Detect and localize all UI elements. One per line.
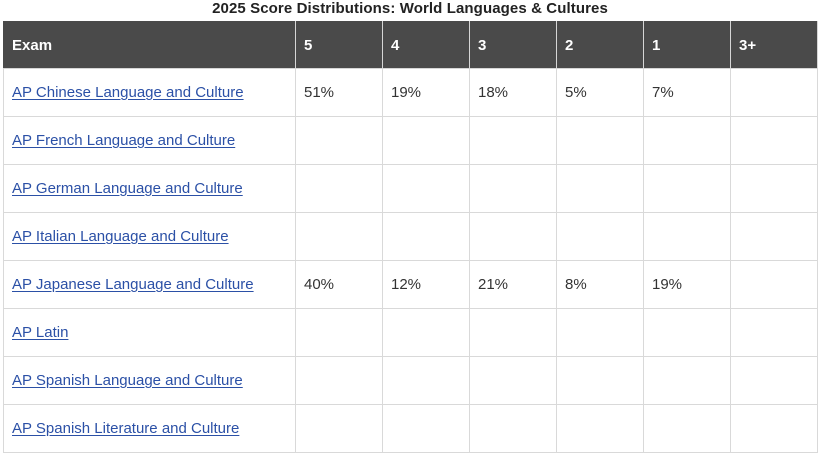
score-cell-2: 8% — [556, 260, 644, 309]
exam-link-french[interactable]: AP French Language and Culture — [12, 132, 235, 149]
score-cell-1 — [643, 164, 731, 213]
score-cell-3-plus — [730, 212, 818, 261]
header-score-3: 3 — [469, 21, 557, 69]
table-row: AP Italian Language and Culture — [3, 212, 818, 261]
score-cell-3-plus — [730, 68, 818, 117]
header-score-2: 2 — [556, 21, 644, 69]
score-cell-5 — [295, 212, 383, 261]
score-cell-5 — [295, 164, 383, 213]
score-cell-3-plus — [730, 116, 818, 165]
score-cell-3: 21% — [469, 260, 557, 309]
score-cell-1 — [643, 308, 731, 357]
table-row: AP Spanish Language and Culture — [3, 356, 818, 405]
score-cell-3 — [469, 404, 557, 453]
score-cell-2 — [556, 164, 644, 213]
header-exam: Exam — [3, 21, 296, 69]
score-cell-4 — [382, 404, 470, 453]
score-cell-1 — [643, 116, 731, 165]
score-cell-5 — [295, 404, 383, 453]
exam-cell: AP Chinese Language and Culture — [3, 68, 296, 117]
score-cell-3-plus — [730, 260, 818, 309]
exam-cell: AP Spanish Language and Culture — [3, 356, 296, 405]
exam-link-german[interactable]: AP German Language and Culture — [12, 180, 243, 197]
table-row: AP Spanish Literature and Culture — [3, 404, 818, 453]
score-cell-5: 40% — [295, 260, 383, 309]
exam-cell: AP Japanese Language and Culture — [3, 260, 296, 309]
exam-link-spanish-language[interactable]: AP Spanish Language and Culture — [12, 372, 243, 389]
score-cell-3-plus — [730, 404, 818, 453]
score-cell-4: 12% — [382, 260, 470, 309]
table-header-row: Exam 5 4 3 2 1 3+ — [3, 21, 818, 69]
score-cell-2 — [556, 356, 644, 405]
score-cell-3-plus — [730, 164, 818, 213]
score-cell-2 — [556, 116, 644, 165]
score-cell-3-plus — [730, 356, 818, 405]
table-row: AP German Language and Culture — [3, 164, 818, 213]
score-cell-4 — [382, 212, 470, 261]
score-cell-3 — [469, 164, 557, 213]
score-cell-4: 19% — [382, 68, 470, 117]
score-cell-4 — [382, 116, 470, 165]
table-row: AP Japanese Language and Culture 40% 12%… — [3, 260, 818, 309]
score-cell-1: 7% — [643, 68, 731, 117]
score-distribution-table: Exam 5 4 3 2 1 3+ AP Chinese Language an… — [3, 21, 818, 453]
score-cell-5 — [295, 116, 383, 165]
exam-cell: AP Italian Language and Culture — [3, 212, 296, 261]
score-cell-3 — [469, 356, 557, 405]
table-row: AP Latin — [3, 308, 818, 357]
header-score-3-plus: 3+ — [730, 21, 818, 69]
score-cell-5 — [295, 308, 383, 357]
score-cell-5 — [295, 356, 383, 405]
score-cell-2: 5% — [556, 68, 644, 117]
score-cell-4 — [382, 164, 470, 213]
table-row: AP French Language and Culture — [3, 116, 818, 165]
exam-cell: AP German Language and Culture — [3, 164, 296, 213]
page-title: 2025 Score Distributions: World Language… — [212, 0, 608, 17]
score-cell-1 — [643, 356, 731, 405]
score-cell-3 — [469, 212, 557, 261]
exam-link-latin[interactable]: AP Latin — [12, 324, 68, 341]
exam-link-japanese[interactable]: AP Japanese Language and Culture — [12, 276, 254, 293]
score-cell-1: 19% — [643, 260, 731, 309]
score-cell-4 — [382, 308, 470, 357]
exam-cell: AP Spanish Literature and Culture — [3, 404, 296, 453]
header-score-4: 4 — [382, 21, 470, 69]
score-cell-3 — [469, 116, 557, 165]
score-cell-2 — [556, 308, 644, 357]
exam-link-chinese[interactable]: AP Chinese Language and Culture — [12, 84, 244, 101]
header-score-5: 5 — [295, 21, 383, 69]
score-cell-1 — [643, 404, 731, 453]
score-cell-3: 18% — [469, 68, 557, 117]
exam-cell: AP French Language and Culture — [3, 116, 296, 165]
score-cell-2 — [556, 404, 644, 453]
score-cell-1 — [643, 212, 731, 261]
exam-cell: AP Latin — [3, 308, 296, 357]
exam-link-spanish-literature[interactable]: AP Spanish Literature and Culture — [12, 420, 239, 437]
score-cell-4 — [382, 356, 470, 405]
score-cell-3 — [469, 308, 557, 357]
score-cell-2 — [556, 212, 644, 261]
score-cell-5: 51% — [295, 68, 383, 117]
score-cell-3-plus — [730, 308, 818, 357]
exam-link-italian[interactable]: AP Italian Language and Culture — [12, 228, 229, 245]
table-row: AP Chinese Language and Culture 51% 19% … — [3, 68, 818, 117]
header-score-1: 1 — [643, 21, 731, 69]
